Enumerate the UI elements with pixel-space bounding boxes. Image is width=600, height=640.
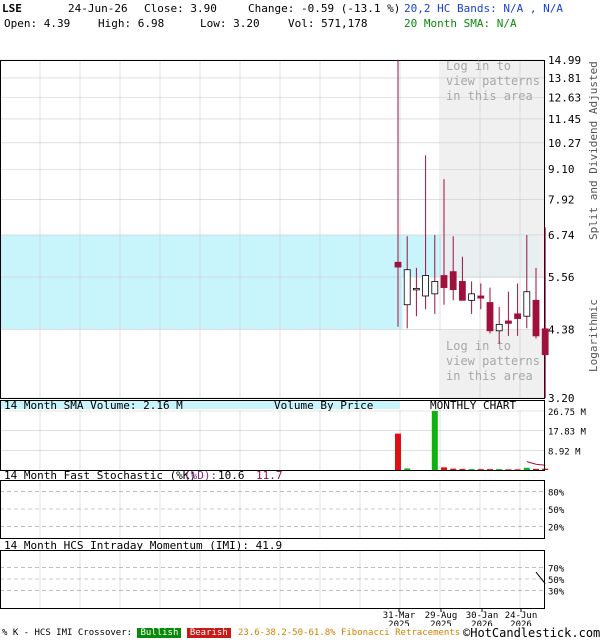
candle-body	[495, 323, 503, 332]
momentum-tick-label: 50%	[548, 576, 565, 586]
candle-body	[440, 275, 448, 288]
price-tick-label: 7.92	[548, 194, 575, 207]
bearish-badge: Bearish	[186, 628, 231, 638]
candle-body	[504, 320, 512, 324]
x-tick-year: 2025	[430, 620, 452, 626]
volume-bar	[523, 467, 530, 470]
candle-body	[422, 275, 430, 297]
stochastic-panel-frame	[0, 480, 545, 539]
volume-by-price-bar-1	[0, 277, 403, 330]
candle-body	[403, 269, 411, 306]
candle-body	[514, 313, 521, 319]
candle-body	[412, 287, 420, 291]
price-tick-label: 3.20	[548, 392, 575, 405]
candle-body	[477, 295, 485, 299]
price-tick-label: 9.10	[548, 163, 575, 176]
volume-tick-label: 8.92 M	[548, 447, 581, 457]
bullish-badge: Bullish	[137, 628, 182, 638]
price-tick-label: 14.99	[548, 54, 581, 67]
candle-body	[394, 261, 402, 268]
volume-bar	[459, 468, 466, 470]
volume-bar	[395, 433, 401, 470]
login-overlay-text: in this area	[446, 369, 533, 383]
price-tick-label: 10.27	[548, 137, 581, 150]
candle-body	[431, 281, 439, 295]
volume-tick-label: 17.83 M	[548, 428, 587, 438]
candle-body	[523, 291, 531, 317]
volume-bar	[533, 468, 539, 470]
fibonacci-label: 23.6-38.2-50-61.8% Fibonacci Retracement…	[238, 628, 461, 638]
momentum-line	[535, 571, 546, 585]
login-overlay-text: in this area	[446, 89, 533, 103]
volume-bar	[487, 469, 493, 470]
chart-legend: % K - HCS IMI Crossover: Bullish Bearish	[2, 628, 231, 638]
price-tick-label: 6.74	[548, 229, 575, 242]
volume-sma-line	[526, 461, 546, 466]
stochastic-tick-label: 50%	[548, 506, 565, 516]
candle-body	[541, 328, 549, 356]
login-overlay-text: view patterns	[446, 74, 540, 88]
x-tick-year: 2025	[388, 620, 410, 626]
price-chart: 14.99 13.81 12.63 11.45 10.27 9.10 7.92 6.74 5.5…	[0, 54, 600, 626]
volume-bar	[441, 467, 447, 470]
split-adjusted-label: Split and Dividend Adjusted	[587, 61, 600, 240]
candle-body	[532, 299, 540, 337]
candle-body	[486, 302, 494, 332]
volume-bar	[496, 469, 503, 470]
logarithmic-label: Logarithmic	[587, 299, 600, 372]
volume-bar	[514, 469, 521, 470]
price-tick-label: 11.45	[548, 113, 581, 126]
volume-bar	[404, 468, 411, 470]
price-tick-label: 4.38	[548, 323, 575, 336]
login-overlay-text: Log in to	[446, 59, 511, 73]
volume-tick-label: 26.75 M	[548, 408, 587, 418]
momentum-tick-label: 30%	[548, 588, 565, 598]
login-overlay-text: view patterns	[446, 354, 540, 368]
volume-bar	[431, 411, 438, 470]
volume-bar	[477, 469, 484, 470]
stochastic-tick-label: 20%	[548, 523, 565, 533]
login-overlay-text: Log in to	[446, 339, 511, 353]
volume-bar	[468, 469, 475, 470]
volume-bar	[450, 468, 457, 470]
price-tick-label: 13.81	[548, 72, 581, 85]
candle-body	[468, 293, 476, 301]
brand-label[interactable]: ©HotCandlestick.com	[463, 626, 600, 640]
momentum-panel-frame	[0, 550, 545, 609]
volume-bar	[542, 468, 549, 470]
momentum-tick-label: 70%	[548, 564, 565, 574]
price-tick-label: 5.56	[548, 271, 575, 284]
crossover-label: % K - HCS IMI Crossover:	[2, 628, 133, 638]
candle-body	[458, 281, 466, 301]
price-tick-label: 12.63	[548, 91, 581, 104]
stochastic-tick-label: 80%	[548, 489, 565, 499]
volume-bar	[505, 469, 512, 470]
candle-body	[449, 271, 457, 291]
